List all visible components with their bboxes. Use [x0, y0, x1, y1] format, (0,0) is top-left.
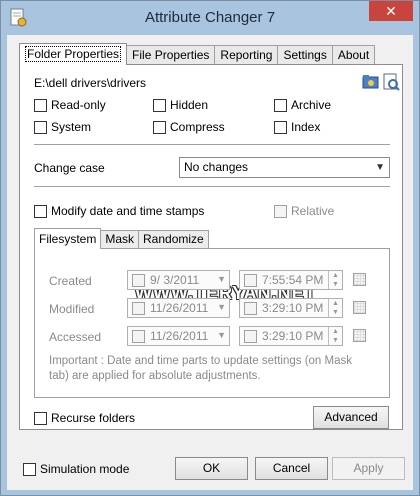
accessed-time-value: 3:29:10 PM [262, 329, 324, 343]
checkbox-box [244, 301, 257, 315]
checkbox-label: Relative [291, 204, 335, 218]
change-case-value: No changes [184, 160, 249, 174]
checkbox-label: Compress [170, 120, 225, 134]
read-only-checkbox[interactable]: Read-only [34, 98, 106, 112]
created-label: Created [49, 274, 92, 288]
tab-settings[interactable]: Settings [277, 45, 333, 65]
change-case-select[interactable]: No changes ▼ [179, 157, 390, 178]
spinner-icon[interactable]: ▲ ▼ [328, 299, 342, 317]
properties-icon[interactable] [382, 73, 400, 91]
window-title: Attribute Changer 7 [144, 9, 276, 26]
modified-date-value: 11/26/2011 [150, 301, 209, 315]
checkbox-box [274, 204, 287, 218]
close-button[interactable]: ✕ [369, 1, 413, 21]
created-date-field[interactable]: 9/ 3/2011 ▼ [127, 270, 230, 290]
checkbox-box [274, 98, 287, 112]
checkbox-label: Modify date and time stamps [51, 204, 205, 218]
archive-checkbox[interactable]: Archive [274, 98, 331, 112]
important-note: Important : Date and time parts to updat… [49, 355, 352, 382]
checkbox-box [34, 120, 47, 134]
tab-file-properties[interactable]: File Properties [126, 45, 216, 65]
timestamp-tabs: Filesystem Mask Randomize [34, 228, 209, 249]
created-time-field[interactable]: 7:55:54 PM ▲ ▼ [239, 270, 343, 290]
hidden-checkbox[interactable]: Hidden [153, 98, 208, 112]
tab-randomize[interactable]: Randomize [138, 230, 209, 249]
divider [34, 186, 390, 188]
compress-checkbox[interactable]: Compress [153, 120, 225, 134]
tab-reporting[interactable]: Reporting [214, 45, 279, 65]
tab-filesystem[interactable]: Filesystem [34, 228, 102, 249]
apply-button[interactable]: Apply [332, 457, 405, 480]
checkbox-box [153, 98, 166, 112]
modified-date-field[interactable]: 11/26/2011 ▼ [127, 298, 230, 318]
accessed-date-field[interactable]: 11/26/2011 ▼ [127, 326, 230, 346]
modified-time-field[interactable]: 3:29:10 PM ▲ ▼ [239, 298, 343, 318]
tab-label: Folder Properties [25, 46, 122, 62]
checkbox-box [34, 204, 47, 218]
system-checkbox[interactable]: System [34, 120, 91, 134]
accessed-date-value: 11/26/2011 [150, 329, 209, 343]
checkbox-label: Recurse folders [51, 411, 136, 425]
checkbox-box [23, 462, 36, 476]
checkbox-box [34, 98, 47, 112]
main-tabs: Folder Properties File Properties Report… [19, 43, 376, 65]
checkbox-box [244, 273, 257, 287]
tab-mask[interactable]: Mask [100, 230, 140, 249]
created-time-value: 7:55:54 PM [262, 273, 324, 287]
calendar-icon[interactable] [353, 273, 366, 286]
checkbox-label: Archive [291, 98, 332, 112]
modified-time-value: 3:29:10 PM [262, 301, 324, 315]
tab-folder-properties[interactable]: Folder Properties [19, 43, 128, 65]
folder-properties-panel: E:\dell drivers\drivers Read-only Hidden… [19, 64, 403, 430]
simulation-mode-checkbox[interactable]: Simulation mode [23, 462, 129, 476]
chevron-down-icon: ▼ [217, 274, 226, 284]
chevron-down-icon: ▼ [217, 302, 226, 312]
checkbox-label: Hidden [170, 98, 209, 112]
filesystem-panel: WWW.TERYAN.NET Created 9/ 3/2011 ▼ 7:55:5… [34, 248, 390, 398]
checkbox-box [132, 301, 145, 315]
calendar-icon[interactable] [353, 301, 366, 314]
divider [34, 144, 390, 146]
accessed-label: Accessed [49, 330, 102, 344]
title-bar[interactable]: Attribute Changer 7 ✕ [1, 1, 419, 35]
checkbox-box [132, 273, 145, 287]
chevron-down-icon: ▼ [375, 162, 385, 173]
checkbox-box [274, 120, 287, 134]
change-case-label: Change case [34, 161, 105, 175]
checkbox-box [153, 120, 166, 134]
checkbox-label: System [51, 120, 92, 134]
checkbox-label: Simulation mode [40, 462, 130, 476]
checkbox-box [34, 411, 47, 425]
advanced-button[interactable]: Advanced [313, 406, 389, 429]
checkbox-box [132, 329, 145, 343]
client-area: Folder Properties File Properties Report… [7, 35, 413, 490]
calendar-icon[interactable] [353, 329, 366, 342]
folder-browse-icon[interactable] [362, 73, 380, 91]
cancel-button[interactable]: Cancel [255, 457, 328, 480]
tab-about[interactable]: About [331, 45, 376, 65]
checkbox-box [244, 329, 257, 343]
ok-button[interactable]: OK [175, 457, 248, 480]
spinner-icon[interactable]: ▲ ▼ [328, 271, 342, 289]
created-date-value: 9/ 3/2011 [150, 273, 200, 287]
relative-checkbox[interactable]: Relative [274, 204, 334, 218]
app-window: Attribute Changer 7 ✕ Folder Properties … [0, 0, 420, 496]
spinner-icon[interactable]: ▲ ▼ [328, 327, 342, 345]
chevron-down-icon: ▼ [217, 330, 226, 340]
recurse-folders-checkbox[interactable]: Recurse folders [34, 411, 135, 425]
checkbox-label: Index [291, 120, 321, 134]
accessed-time-field[interactable]: 3:29:10 PM ▲ ▼ [239, 326, 343, 346]
modify-timestamps-checkbox[interactable]: Modify date and time stamps [34, 204, 204, 218]
checkbox-label: Read-only [51, 98, 106, 112]
modified-label: Modified [49, 302, 95, 316]
index-checkbox[interactable]: Index [274, 120, 320, 134]
folder-path: E:\dell drivers\drivers [34, 76, 147, 90]
